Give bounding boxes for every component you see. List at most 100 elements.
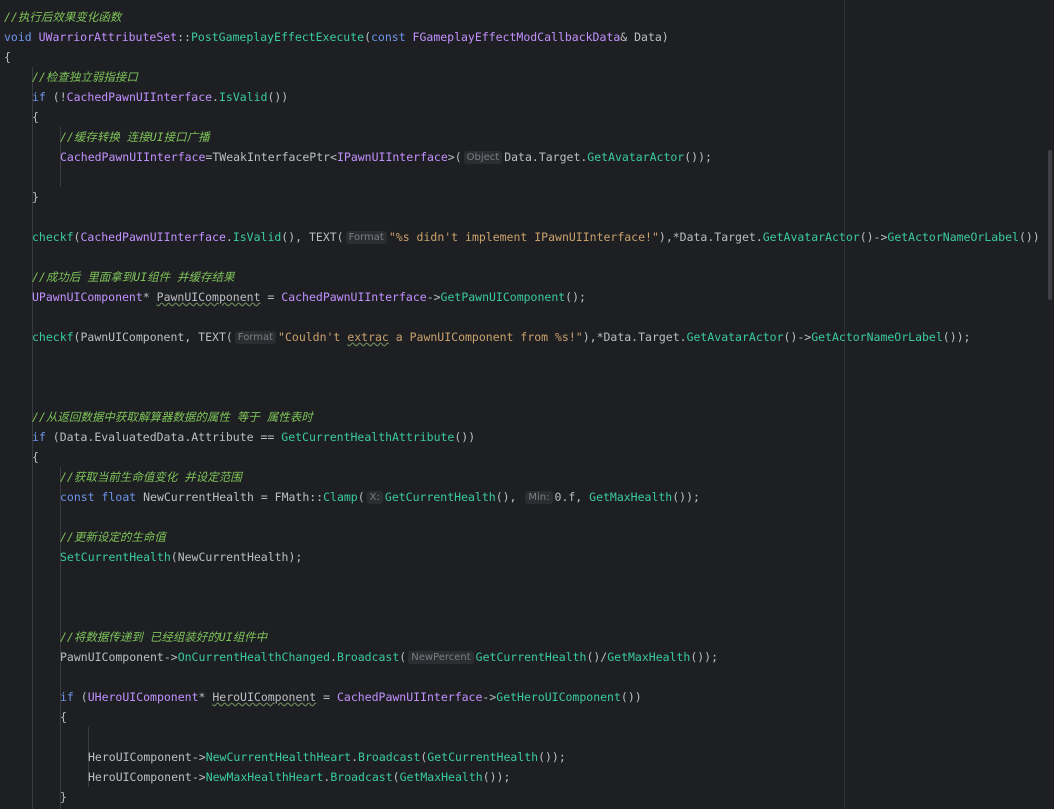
code-line: { — [4, 707, 1040, 727]
code-line: //更新设定的生命值 — [4, 527, 1040, 547]
code-token: ()); — [690, 650, 719, 664]
parameter-hint: Object — [463, 151, 503, 164]
code-line: //获取当前生命值变化 并设定范围 — [4, 467, 1040, 487]
code-token: GetCurrentHealth — [475, 650, 587, 664]
code-token: ),*Data.Target. — [582, 330, 687, 344]
code-token: & Data) — [620, 30, 669, 44]
code-token: (), — [495, 490, 524, 504]
code-token: PawnUIComponent-> — [60, 650, 178, 664]
code-token: ()); — [672, 490, 700, 504]
code-token: ( — [399, 650, 407, 664]
code-token: { — [32, 450, 39, 464]
code-token: checkf — [32, 330, 74, 344]
code-line: //执行后效果变化函数 — [4, 7, 1040, 27]
code-token: (! — [52, 90, 67, 104]
code-token: void — [4, 30, 39, 44]
code-token: . — [212, 90, 219, 104]
code-line: } — [4, 787, 1040, 807]
code-line: //从返回数据中获取解算器数据的属性 等于 属性表时 — [4, 407, 1040, 427]
code-token: ()) — [1018, 230, 1040, 244]
vertical-scrollbar[interactable] — [1044, 0, 1054, 809]
code-line: { — [4, 47, 1040, 67]
code-token: GetMaxHealth — [607, 650, 691, 664]
code-token: Broadcast — [358, 750, 421, 764]
code-token: //更新设定的生命值 — [60, 530, 166, 544]
code-line: { — [4, 447, 1040, 467]
code-token: (NewCurrentHealth); — [170, 550, 303, 564]
code-token: NewMaxHealthHeart — [205, 770, 324, 784]
code-line: //缓存转换 连接UI接口广播 — [4, 127, 1040, 147]
code-line: if (Data.EvaluatedData.Attribute == GetC… — [4, 427, 1040, 447]
code-line: const float NewCurrentHealth = FMath::Cl… — [4, 487, 1040, 507]
code-token: ()) — [620, 690, 642, 704]
code-token: PawnUIComponent — [156, 290, 261, 304]
code-token: } — [60, 790, 67, 804]
code-token: (); — [565, 290, 586, 304]
code-token: < — [330, 150, 337, 164]
code-token: CachedPawnUIInterface — [80, 230, 226, 244]
code-line: if (!CachedPawnUIInterface.IsValid()) — [4, 87, 1040, 107]
code-token: Broadcast — [330, 770, 393, 784]
code-token: TWeakInterfacePtr — [212, 150, 331, 164]
code-token: //缓存转换 连接UI接口广播 — [60, 130, 210, 144]
code-token: const — [371, 30, 413, 44]
parameter-hint: Format — [234, 331, 277, 344]
code-token: IPawnUIInterface — [336, 150, 448, 164]
parameter-hint: X: — [366, 491, 383, 504]
code-token: GetActorNameOrLabel — [811, 330, 943, 344]
code-token: //将数据传递到 已经组装好的UI组件中 — [60, 630, 268, 644]
code-line: SetCurrentHealth(NewCurrentHealth); — [4, 547, 1040, 567]
code-token: 0.f, — [554, 490, 590, 504]
code-token: GetCurrentHealth — [427, 750, 539, 764]
code-token: float — [101, 490, 144, 504]
code-token: ()-> — [859, 230, 888, 244]
code-token: :: — [177, 30, 191, 44]
code-line: //将数据传递到 已经组装好的UI组件中 — [4, 627, 1040, 647]
code-token: GetCurrentHealthAttribute — [281, 430, 455, 444]
code-token: GetCurrentHealth — [384, 490, 496, 504]
code-token: "%s didn't implement IPawnUIInterface!" — [388, 230, 659, 244]
code-token: ()); — [538, 750, 566, 764]
code-token: = — [316, 690, 337, 704]
code-token: ( — [357, 490, 365, 504]
code-line: PawnUIComponent->OnCurrentHealthChanged.… — [4, 647, 1040, 667]
code-token: NewCurrentHealthHeart — [205, 750, 352, 764]
code-editor[interactable]: //执行后效果变化函数 void UWarriorAttributeSet::P… — [0, 0, 1054, 809]
code-token: { — [60, 710, 67, 724]
scrollbar-thumb[interactable] — [1048, 150, 1052, 300]
code-token: (), TEXT( — [281, 230, 344, 244]
code-token: CachedPawnUIInterface — [60, 150, 206, 164]
code-line: //检查独立弱指接口 — [4, 67, 1040, 87]
code-token: . — [225, 230, 233, 244]
code-token: ),*Data.Target. — [658, 230, 763, 244]
code-token: . — [351, 750, 359, 764]
code-token: * — [198, 690, 213, 704]
code-token: (Data.EvaluatedData.Attribute == — [52, 430, 282, 444]
code-content[interactable]: //执行后效果变化函数 void UWarriorAttributeSet::P… — [4, 7, 1040, 807]
code-token: } — [32, 190, 39, 204]
code-token: OnCurrentHealthChanged — [177, 650, 331, 664]
code-token: -> — [426, 290, 441, 304]
code-token: if — [32, 430, 53, 444]
code-token: ( — [392, 770, 400, 784]
code-token: ( — [364, 30, 371, 44]
code-token: ()/ — [586, 650, 608, 664]
code-line: checkf(PawnUIComponent, TEXT(Format "Coul… — [4, 327, 1040, 347]
code-token: GetAvatarActor — [686, 330, 784, 344]
code-token: if — [60, 690, 81, 704]
code-line: } — [4, 187, 1040, 207]
code-token: ()-> — [783, 330, 812, 344]
code-token: . — [330, 650, 337, 664]
parameter-hint: Min: — [525, 491, 553, 504]
code-line: { — [4, 107, 1040, 127]
code-token: GetPawnUIComponent — [440, 290, 566, 304]
code-token: ()) — [454, 430, 476, 444]
code-token: //获取当前生命值变化 并设定范围 — [60, 470, 242, 484]
code-token: IsValid — [232, 230, 282, 244]
